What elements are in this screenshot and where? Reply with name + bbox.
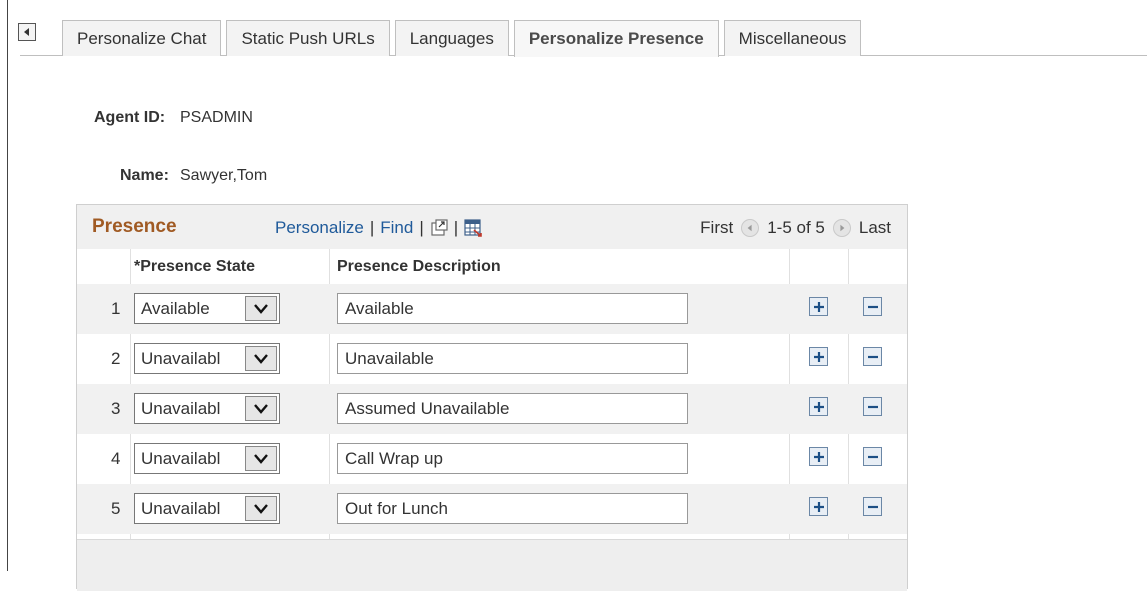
add-row-button[interactable] xyxy=(809,397,828,416)
plus-icon xyxy=(813,451,824,462)
new-window-icon[interactable] xyxy=(430,219,448,237)
left-border xyxy=(7,0,8,571)
column-header-row: *Presence State Presence Description xyxy=(77,249,907,285)
presence-state-value: Unavailabl xyxy=(141,399,221,418)
row-number: 2 xyxy=(111,349,121,368)
table-row: 1 Available Available xyxy=(77,284,907,334)
minus-icon xyxy=(867,505,878,508)
scroll-tabs-left-button[interactable] xyxy=(18,23,36,41)
next-icon[interactable] xyxy=(832,219,851,237)
name-label: Name: xyxy=(120,167,169,184)
find-link[interactable]: Find xyxy=(380,218,413,238)
grid-title: Presence xyxy=(92,216,177,237)
presence-description-input[interactable]: Assumed Unavailable xyxy=(337,393,688,424)
chevron-down-icon[interactable] xyxy=(245,496,277,521)
table-row: 2 Unavailabl Unavailable xyxy=(77,334,907,384)
presence-grid: Presence Personalize | Find | | First 1-… xyxy=(76,204,908,591)
plus-icon xyxy=(813,301,824,312)
presence-state-value: Unavailabl xyxy=(141,349,221,368)
presence-description-input[interactable]: Out for Lunch xyxy=(337,493,688,524)
presence-description-value: Assumed Unavailable xyxy=(345,399,510,418)
presence-description-value: Available xyxy=(345,299,414,318)
minus-icon xyxy=(867,305,878,308)
plus-icon xyxy=(813,351,824,362)
tab-personalize-chat[interactable]: Personalize Chat xyxy=(62,20,222,56)
plus-icon xyxy=(813,401,824,412)
presence-state-select[interactable]: Unavailabl xyxy=(134,393,280,424)
delete-row-button[interactable] xyxy=(863,397,882,416)
agent-id-label: Agent ID: xyxy=(94,109,166,126)
presence-state-value: Unavailabl xyxy=(141,449,221,468)
delete-row-button[interactable] xyxy=(863,447,882,466)
presence-description-value: Call Wrap up xyxy=(345,449,443,468)
tab-languages[interactable]: Languages xyxy=(394,20,509,56)
presence-state-select[interactable]: Unavailabl xyxy=(134,443,280,474)
tab-miscellaneous[interactable]: Miscellaneous xyxy=(723,20,862,56)
tab-bar: Personalize Chat Static Push URLs Langua… xyxy=(18,20,1147,57)
add-row-button[interactable] xyxy=(809,497,828,516)
chevron-down-icon[interactable] xyxy=(245,296,277,321)
presence-description-input[interactable]: Available xyxy=(337,293,688,324)
minus-icon xyxy=(867,355,878,358)
personalize-link[interactable]: Personalize xyxy=(275,218,364,238)
tab-personalize-presence[interactable]: Personalize Presence xyxy=(513,20,719,57)
table-row: 5 Unavailabl Out for Lunch xyxy=(77,484,907,534)
presence-state-select[interactable]: Unavailabl xyxy=(134,343,280,374)
name-value: Sawyer,Tom xyxy=(180,167,268,184)
agent-id-value: PSADMIN xyxy=(180,109,253,126)
col-presence-state[interactable]: *Presence State xyxy=(134,258,255,276)
presence-state-value: Unavailabl xyxy=(141,499,221,518)
triangle-left-icon xyxy=(24,28,29,36)
presence-state-value: Available xyxy=(141,299,210,318)
add-row-button[interactable] xyxy=(809,297,828,316)
first-link[interactable]: First xyxy=(700,218,733,238)
row-number: 5 xyxy=(111,499,121,518)
chevron-down-icon[interactable] xyxy=(245,446,277,471)
separator: | xyxy=(419,218,424,237)
delete-row-button[interactable] xyxy=(863,347,882,366)
grid-tools: Personalize | Find | | xyxy=(275,218,482,238)
presence-state-select[interactable]: Available xyxy=(134,293,280,324)
add-row-button[interactable] xyxy=(809,447,828,466)
download-grid-icon[interactable] xyxy=(464,219,482,237)
previous-icon[interactable] xyxy=(741,219,760,237)
chevron-down-icon[interactable] xyxy=(245,396,277,421)
last-link[interactable]: Last xyxy=(859,218,891,238)
col-presence-description[interactable]: Presence Description xyxy=(337,258,501,276)
grid-footer xyxy=(77,539,907,591)
delete-row-button[interactable] xyxy=(863,297,882,316)
delete-row-button[interactable] xyxy=(863,497,882,516)
presence-state-select[interactable]: Unavailabl xyxy=(134,493,280,524)
table-row: 3 Unavailabl Assumed Unavailable xyxy=(77,384,907,434)
separator: | xyxy=(453,218,459,237)
presence-description-value: Unavailable xyxy=(345,349,434,368)
table-row: 4 Unavailabl Call Wrap up xyxy=(77,434,907,484)
add-row-button[interactable] xyxy=(809,347,828,366)
grid-header: Presence Personalize | Find | | First 1-… xyxy=(77,205,907,250)
tab-static-push-urls[interactable]: Static Push URLs xyxy=(226,20,390,56)
plus-icon xyxy=(813,501,824,512)
presence-description-input[interactable]: Unavailable xyxy=(337,343,688,374)
separator: | xyxy=(369,218,375,237)
row-number: 4 xyxy=(111,449,121,468)
minus-icon xyxy=(867,455,878,458)
grid-navigation: First 1-5 of 5 Last xyxy=(700,218,891,238)
row-number: 1 xyxy=(111,299,121,318)
presence-description-value: Out for Lunch xyxy=(345,499,449,518)
chevron-down-icon[interactable] xyxy=(245,346,277,371)
row-range: 1-5 of 5 xyxy=(767,218,825,237)
minus-icon xyxy=(867,405,878,408)
row-number: 3 xyxy=(111,399,121,418)
presence-description-input[interactable]: Call Wrap up xyxy=(337,443,688,474)
